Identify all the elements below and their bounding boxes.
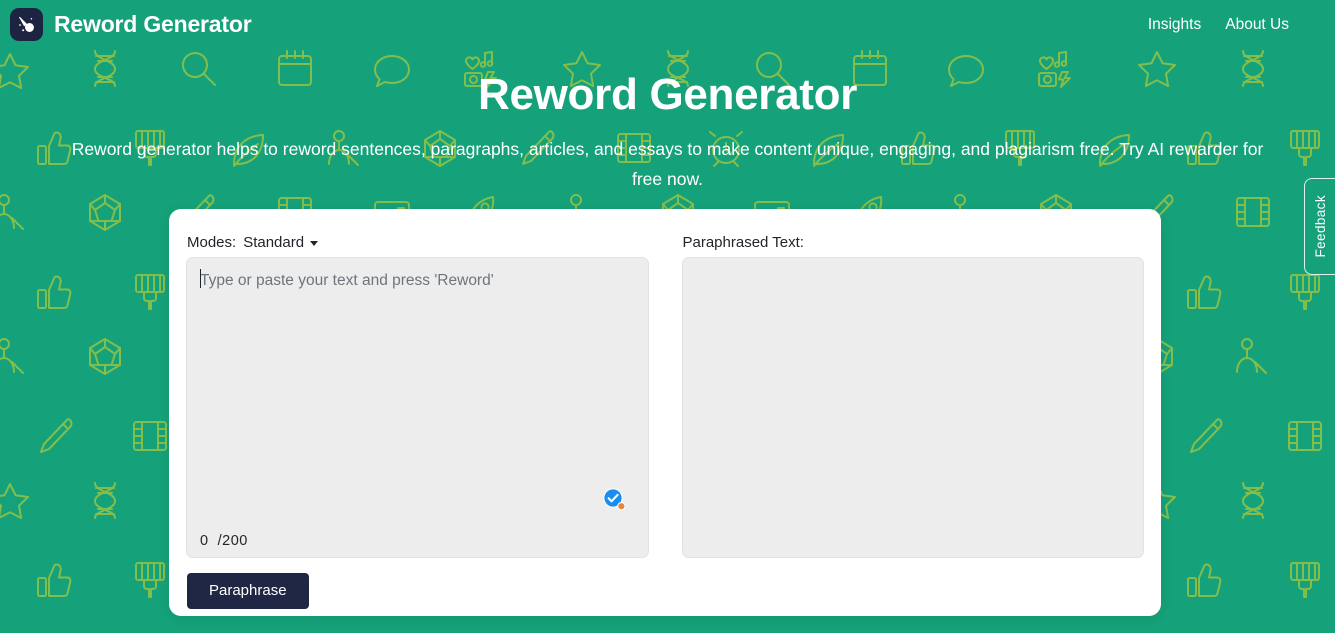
brand-home-link[interactable]: Reword Generator — [10, 8, 252, 41]
output-pane: Paraphrased Text: — [681, 227, 1145, 609]
grammarly-check-icon[interactable] — [602, 487, 626, 511]
mode-dropdown[interactable]: Standard — [243, 233, 319, 251]
comet-icon — [10, 8, 43, 41]
text-cursor — [200, 269, 201, 288]
nav-item-insights[interactable]: Insights — [1148, 16, 1201, 34]
character-count: 0 — [200, 533, 209, 549]
page-title: Reword Generator — [477, 70, 858, 119]
input-pane: Modes: Standard Type or paste your text … — [186, 227, 649, 609]
feedback-label: Feedback — [1312, 195, 1328, 258]
tool-actions: Paraphrase — [186, 558, 649, 609]
source-text-input[interactable] — [187, 258, 648, 557]
character-counter: 0 /200 — [200, 533, 248, 549]
paraphrase-tool-card: Modes: Standard Type or paste your text … — [169, 209, 1161, 616]
site-header: Reword Generator Insights About Us — [0, 0, 1335, 49]
output-header: Paraphrased Text: — [682, 227, 1145, 257]
brand-title: Reword Generator — [54, 11, 252, 37]
hero-section: Reword Generator Reword generator helps … — [0, 49, 1335, 195]
chevron-down-icon — [310, 240, 319, 246]
modes-label: Modes: — [187, 233, 237, 251]
feedback-tab[interactable]: Feedback — [1304, 178, 1335, 275]
nav-item-about-us[interactable]: About Us — [1225, 16, 1289, 34]
mode-selected-value: Standard — [243, 233, 305, 251]
output-label: Paraphrased Text: — [682, 233, 804, 251]
output-textarea-wrapper[interactable] — [681, 257, 1144, 558]
input-textarea-wrapper[interactable]: 0 /200 — [186, 257, 649, 558]
character-limit: /200 — [217, 533, 248, 549]
tool-panes: Modes: Standard Type or paste your text … — [185, 227, 1145, 609]
main-nav: Insights About Us — [1148, 16, 1289, 34]
page-subtitle: Reword generator helps to reword sentenc… — [71, 139, 1264, 190]
modes-row: Modes: Standard — [186, 227, 649, 257]
paraphrase-button[interactable]: Paraphrase — [187, 573, 309, 609]
paraphrased-text-output[interactable] — [682, 258, 1143, 557]
